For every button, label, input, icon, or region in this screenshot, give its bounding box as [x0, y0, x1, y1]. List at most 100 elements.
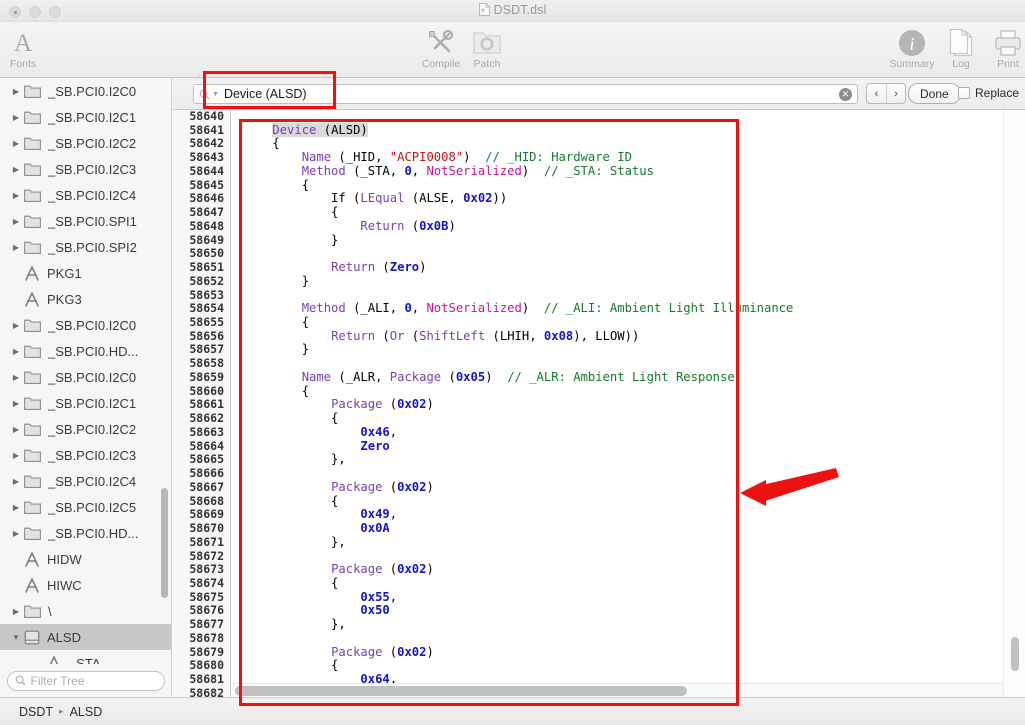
- code-line[interactable]: Zero: [232, 439, 1003, 454]
- code-line[interactable]: }: [232, 274, 1003, 289]
- code-line[interactable]: {: [232, 384, 1003, 399]
- tree-view[interactable]: ▶ _SB.PCI0.I2C0 ▶ _SB.PCI0.I2C1 ▶ _SB.PCI0.I2…: [0, 78, 171, 664]
- find-previous-button[interactable]: ‹: [867, 84, 886, 103]
- tree-item-SBPCI0I2C0-0[interactable]: ▶ _SB.PCI0.I2C0: [0, 78, 171, 104]
- toolbar-button-fonts[interactable]: A Fonts: [0, 26, 54, 71]
- code-line[interactable]: Device (ALSD): [232, 122, 1003, 138]
- code-line[interactable]: {: [232, 178, 1003, 193]
- chevron-right-icon[interactable]: ▶: [8, 113, 24, 122]
- vertical-scrollbar-thumb[interactable]: [1011, 637, 1019, 671]
- chevron-right-icon[interactable]: ▶: [8, 165, 24, 174]
- code-content[interactable]: Device (ALSD) { Name (_HID, "ACPI0008") …: [232, 110, 1003, 697]
- code-line[interactable]: Method (_STA, 0, NotSerialized) // _STA:…: [232, 164, 1003, 179]
- tree-item-STA-22[interactable]: ▶_STA: [0, 650, 171, 664]
- tree-item-SBPCI0I2C4-4[interactable]: ▶ _SB.PCI0.I2C4: [0, 182, 171, 208]
- replace-checkbox[interactable]: [958, 87, 970, 99]
- code-line[interactable]: }: [232, 343, 1003, 357]
- vertical-scrollbar[interactable]: [1003, 110, 1025, 697]
- tree-item-SBPCI0HD-17[interactable]: ▶ _SB.PCI0.HD...: [0, 520, 171, 546]
- code-line[interactable]: Return (Or (ShiftLeft (LHIH, 0x08), LLOW…: [232, 329, 1003, 344]
- code-line[interactable]: {: [232, 315, 1003, 330]
- tree-item-SBPCI0I2C1-12[interactable]: ▶ _SB.PCI0.I2C1: [0, 390, 171, 416]
- tree-item-SBPCI0SPI2-6[interactable]: ▶ _SB.PCI0.SPI2: [0, 234, 171, 260]
- tree-item-HIWC-19[interactable]: ▶HIWC: [0, 572, 171, 598]
- code-line[interactable]: {: [232, 576, 1003, 591]
- code-line[interactable]: Name (_HID, "ACPI0008") // _HID: Hardwar…: [232, 150, 1003, 165]
- tree-item-HIDW-18[interactable]: ▶HIDW: [0, 546, 171, 572]
- code-line[interactable]: [232, 110, 1003, 124]
- tree-item-SBPCI0HD-10[interactable]: ▶ _SB.PCI0.HD...: [0, 338, 171, 364]
- code-line[interactable]: [232, 632, 1003, 646]
- toolbar-button-print[interactable]: Print: [977, 26, 1025, 70]
- code-line[interactable]: {: [232, 494, 1003, 509]
- sidebar-scrollbar[interactable]: [161, 488, 168, 598]
- code-line[interactable]: {: [232, 205, 1003, 220]
- code-line[interactable]: [232, 467, 1003, 481]
- chevron-right-icon[interactable]: ▶: [8, 347, 24, 356]
- tree-item-SBPCI0SPI1-5[interactable]: ▶ _SB.PCI0.SPI1: [0, 208, 171, 234]
- chevron-right-icon[interactable]: ▶: [8, 139, 24, 148]
- chevron-right-icon[interactable]: ▶: [8, 243, 24, 252]
- chevron-right-icon[interactable]: ▶: [8, 321, 24, 330]
- tree-item-SBPCI0I2C4-15[interactable]: ▶ _SB.PCI0.I2C4: [0, 468, 171, 494]
- code-line[interactable]: Package (0x02): [232, 562, 1003, 577]
- code-line[interactable]: If (LEqual (ALSE, 0x02)): [232, 192, 1003, 206]
- clear-circle-icon[interactable]: ✕: [839, 88, 852, 101]
- breadcrumb-root[interactable]: DSDT: [19, 705, 53, 719]
- chevron-right-icon[interactable]: ▶: [8, 87, 24, 96]
- breadcrumb-leaf[interactable]: ALSD: [70, 705, 103, 719]
- replace-toggle[interactable]: Replace: [958, 86, 1019, 100]
- code-line[interactable]: },: [232, 617, 1003, 632]
- toolbar-button-patch[interactable]: Patch: [456, 26, 518, 70]
- code-line[interactable]: 0x55,: [232, 590, 1003, 605]
- find-next-button[interactable]: ›: [886, 84, 905, 103]
- code-line[interactable]: }: [232, 233, 1003, 248]
- tree-item-SBPCI0I2C1-1[interactable]: ▶ _SB.PCI0.I2C1: [0, 104, 171, 130]
- chevron-right-icon[interactable]: ▶: [8, 529, 24, 538]
- horizontal-scrollbar-thumb[interactable]: [235, 686, 687, 696]
- code-line[interactable]: Package (0x02): [232, 645, 1003, 660]
- code-line[interactable]: Package (0x02): [232, 480, 1003, 495]
- tree-item-SBPCI0I2C5-16[interactable]: ▶ _SB.PCI0.I2C5: [0, 494, 171, 520]
- chevron-down-icon[interactable]: ▼: [8, 633, 24, 642]
- chevron-right-icon[interactable]: ▶: [8, 191, 24, 200]
- code-line[interactable]: {: [232, 411, 1003, 426]
- code-line[interactable]: [232, 247, 1003, 261]
- code-line[interactable]: {: [232, 137, 1003, 151]
- chevron-right-icon[interactable]: ▶: [8, 217, 24, 226]
- chevron-right-icon[interactable]: ▶: [8, 607, 24, 616]
- chevron-right-icon[interactable]: ▶: [8, 399, 24, 408]
- code-line[interactable]: [232, 550, 1003, 564]
- search-field[interactable]: ▼ Device (ALSD) ✕: [193, 84, 858, 104]
- filter-tree-input[interactable]: Filter Tree: [6, 670, 165, 691]
- code-line[interactable]: {: [232, 659, 1003, 673]
- code-line[interactable]: 0x0A: [232, 521, 1003, 536]
- code-line[interactable]: 0x46,: [232, 425, 1003, 440]
- search-input-value[interactable]: Device (ALSD): [224, 87, 857, 101]
- tree-item-SBPCI0I2C2-13[interactable]: ▶ _SB.PCI0.I2C2: [0, 416, 171, 442]
- code-line[interactable]: [232, 289, 1003, 303]
- code-line[interactable]: Name (_ALR, Package (0x05) // _ALR: Ambi…: [232, 370, 1003, 385]
- tree-item-ALSD-21[interactable]: ▼ ALSD: [0, 624, 171, 650]
- tree-item-SBPCI0I2C2-2[interactable]: ▶ _SB.PCI0.I2C2: [0, 130, 171, 156]
- tree-item-SBPCI0I2C3-3[interactable]: ▶ _SB.PCI0.I2C3: [0, 156, 171, 182]
- chevron-right-icon[interactable]: ▶: [8, 373, 24, 382]
- code-line[interactable]: [232, 357, 1003, 371]
- chevron-right-icon[interactable]: ▶: [8, 425, 24, 434]
- chevron-right-icon[interactable]: ▶: [8, 503, 24, 512]
- code-line[interactable]: Method (_ALI, 0, NotSerialized) // _ALI:…: [232, 301, 1003, 316]
- code-line[interactable]: },: [232, 452, 1003, 467]
- code-line[interactable]: },: [232, 535, 1003, 550]
- code-line[interactable]: Return (0x0B): [232, 219, 1003, 234]
- tree-item-PKG3-8[interactable]: ▶PKG3: [0, 286, 171, 312]
- code-line[interactable]: 0x49,: [232, 507, 1003, 522]
- done-button[interactable]: Done: [908, 83, 961, 104]
- code-line[interactable]: Package (0x02): [232, 398, 1003, 412]
- tree-item-SBPCI0I2C0-11[interactable]: ▶ _SB.PCI0.I2C0: [0, 364, 171, 390]
- chevron-right-icon[interactable]: ▶: [8, 451, 24, 460]
- code-line[interactable]: Return (Zero): [232, 260, 1003, 275]
- code-line[interactable]: 0x50: [232, 604, 1003, 618]
- tree-item-SBPCI0I2C3-14[interactable]: ▶ _SB.PCI0.I2C3: [0, 442, 171, 468]
- chevron-down-icon[interactable]: ▼: [212, 91, 219, 98]
- tree-item-SBPCI0I2C0-9[interactable]: ▶ _SB.PCI0.I2C0: [0, 312, 171, 338]
